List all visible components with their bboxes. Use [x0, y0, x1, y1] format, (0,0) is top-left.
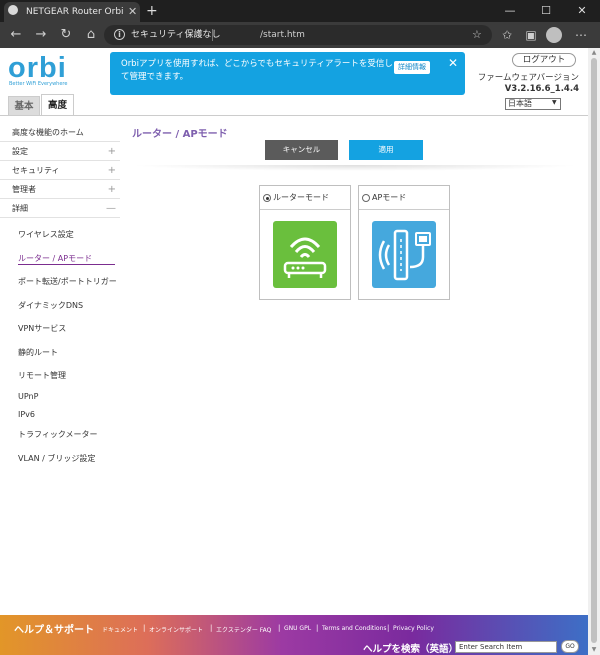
router-icon [273, 221, 337, 288]
address-separator [212, 29, 213, 41]
scroll-thumb[interactable] [591, 58, 597, 643]
firmware-version: V3.2.16.6_1.4.4 [504, 84, 579, 94]
sidebar-item-label: 詳細 [12, 204, 28, 213]
info-icon[interactable]: i [114, 29, 125, 40]
scroll-down-icon[interactable]: ▼ [588, 645, 600, 655]
sidebar-subitem-static-routes[interactable]: 静的ルート [18, 347, 58, 358]
tab-title: NETGEAR Router Orbi [26, 7, 124, 17]
router-mode-card[interactable]: ルーターモード [259, 185, 351, 300]
close-window-icon[interactable]: ✕ [564, 0, 600, 22]
sidebar-item-security[interactable]: セキュリティ + [0, 161, 120, 180]
forward-icon[interactable]: → [31, 22, 51, 48]
banner-text: Orbiアプリを使用すれば、どこからでもセキュリティアラートを受信して管理できま… [121, 59, 393, 82]
tab-close-icon[interactable]: ✕ [128, 2, 137, 22]
header-divider [0, 115, 600, 116]
tab-advanced[interactable]: 高度 [41, 94, 74, 116]
router-mode-label: ルーターモード [273, 193, 329, 202]
footer-link-online-support[interactable]: オンラインサポート [149, 625, 203, 634]
new-tab-icon[interactable]: + [146, 2, 158, 20]
profile-icon[interactable] [546, 27, 562, 43]
logo-tagline: Better WiFi Everywhere [9, 81, 68, 87]
sidebar-subitem-router-ap-mode[interactable]: ルーター / APモード [18, 253, 92, 264]
sidebar-subitem-remote-management[interactable]: リモート管理 [18, 370, 66, 381]
sidebar-item-label: 設定 [12, 147, 28, 156]
sidebar-item-label: 高度な機能のホーム [12, 128, 84, 137]
expand-icon[interactable]: + [108, 142, 116, 161]
footer-link-documentation[interactable]: ドキュメント [102, 625, 138, 634]
expand-icon[interactable]: + [108, 180, 116, 199]
security-label[interactable]: セキュリティ保護なし [131, 25, 220, 45]
help-search-label: ヘルプを検索（英語） [363, 644, 459, 655]
sidebar-item-label: 管理者 [12, 185, 36, 194]
apply-button[interactable]: 適用 [349, 140, 423, 160]
go-button[interactable]: GO [561, 640, 579, 653]
sidebar-subitem-wireless[interactable]: ワイヤレス設定 [18, 229, 74, 240]
sidebar-subitem-traffic-meter[interactable]: トラフィックメーター [18, 429, 98, 440]
chevron-down-icon[interactable]: ▼ [552, 99, 557, 106]
more-icon[interactable]: ⋯ [570, 22, 592, 48]
sidebar-item-setup[interactable]: 設定 + [0, 142, 120, 161]
footer-title: ヘルプ＆サポート [14, 625, 94, 636]
sidebar-subitem-ipv6[interactable]: IPv6 [18, 410, 35, 419]
logout-button[interactable]: ログアウト [512, 53, 576, 67]
star-icon[interactable]: ☆ [472, 25, 482, 45]
ap-mode-label: APモード [372, 193, 407, 202]
minimize-icon[interactable]: — [492, 0, 528, 22]
sidebar-item-label: セキュリティ [12, 166, 60, 175]
reload-icon[interactable]: ↻ [56, 22, 76, 48]
scroll-up-icon[interactable]: ▲ [588, 48, 600, 58]
banner-close-icon[interactable]: ✕ [448, 56, 458, 70]
footer-link-gnu-gpl[interactable]: GNU GPL [284, 625, 311, 632]
radio-selected-dot [265, 196, 269, 200]
sidebar-subitem-upnp[interactable]: UPnP [18, 392, 38, 401]
browser-tab[interactable]: NETGEAR Router Orbi ✕ [4, 2, 140, 22]
back-icon[interactable]: ← [6, 22, 26, 48]
favorites-icon[interactable]: ✩ [496, 22, 518, 48]
firmware-label: ファームウェアバージョン [477, 73, 579, 83]
sidebar-item-advanced-setup[interactable]: 詳細 — [0, 199, 120, 218]
ap-mode-card[interactable]: APモード [358, 185, 450, 300]
sidebar-item-administration[interactable]: 管理者 + [0, 180, 120, 199]
footer-separator: | [143, 624, 146, 632]
ap-mode-option[interactable]: APモード [359, 186, 449, 210]
access-point-icon [372, 221, 436, 288]
sidebar-subitem-port-forwarding[interactable]: ポート転送/ポートトリガー [18, 276, 117, 287]
home-icon[interactable]: ⌂ [81, 22, 101, 48]
collapse-icon[interactable]: — [106, 199, 116, 218]
button-bar-shadow [130, 165, 580, 171]
url-text[interactable]: /start.htm [260, 25, 305, 45]
active-item-underline [18, 264, 115, 265]
footer-separator: | [387, 624, 390, 632]
help-search-input[interactable]: Enter Search Item [455, 641, 557, 653]
footer-separator: | [316, 624, 319, 632]
banner-details-button[interactable]: 詳細情報 [394, 61, 430, 74]
footer-link-terms[interactable]: Terms and Conditions [322, 625, 387, 632]
footer-link-extender-faq[interactable]: エクステンダー FAQ [216, 625, 271, 634]
sidebar-item-advanced-home[interactable]: 高度な機能のホーム [0, 123, 120, 142]
footer-separator: | [278, 624, 281, 632]
sidebar-subitem-vlan-bridge[interactable]: VLAN / ブリッジ設定 [18, 453, 95, 464]
favicon-icon [8, 5, 18, 15]
sidebar-subitem-vpn[interactable]: VPNサービス [18, 323, 66, 334]
cancel-button[interactable]: キャンセル [265, 140, 338, 160]
footer-separator: | [210, 624, 213, 632]
page-title: ルーター / APモード [132, 129, 228, 140]
expand-icon[interactable]: + [108, 161, 116, 180]
ap-mode-radio[interactable] [362, 194, 370, 202]
maximize-icon[interactable]: ☐ [528, 0, 564, 22]
sidebar-subitem-ddns[interactable]: ダイナミックDNS [18, 300, 83, 311]
router-mode-option[interactable]: ルーターモード [260, 186, 350, 210]
footer-link-privacy[interactable]: Privacy Policy [393, 625, 434, 632]
collections-icon[interactable]: ▣ [520, 22, 542, 48]
router-mode-radio[interactable] [263, 194, 271, 202]
tab-basic[interactable]: 基本 [8, 96, 40, 116]
